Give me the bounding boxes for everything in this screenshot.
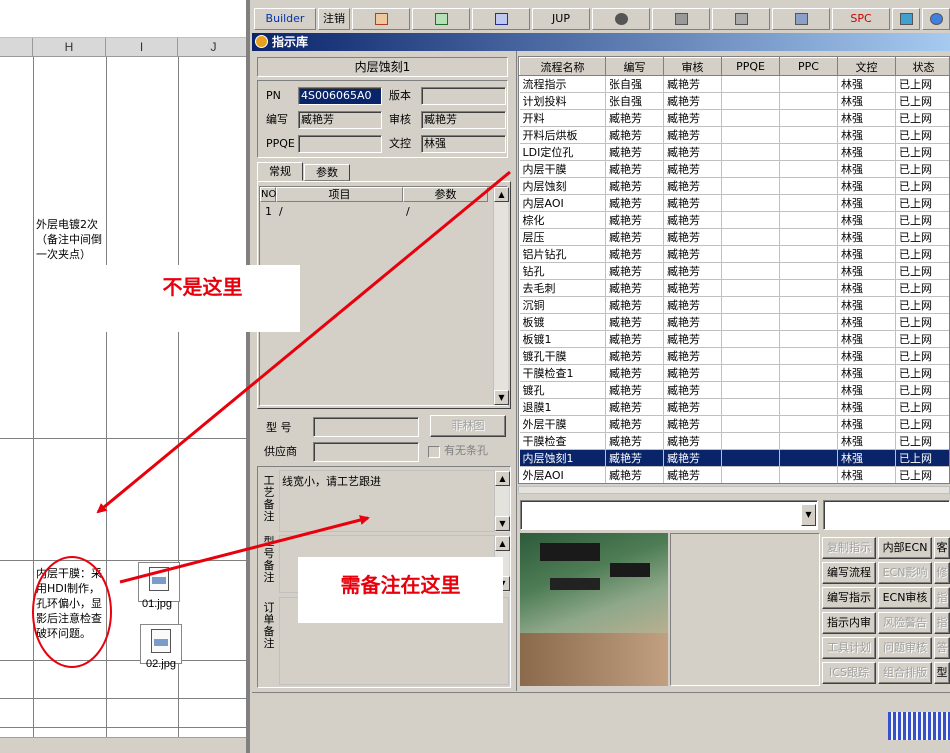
annotation-not-here: 不是这里 — [105, 265, 300, 332]
annotation-arrows — [32, 170, 511, 668]
highlight-circle — [32, 556, 112, 668]
arrow-not-here — [96, 170, 511, 514]
annotation-note-here: 需备注在这里 — [298, 557, 503, 623]
